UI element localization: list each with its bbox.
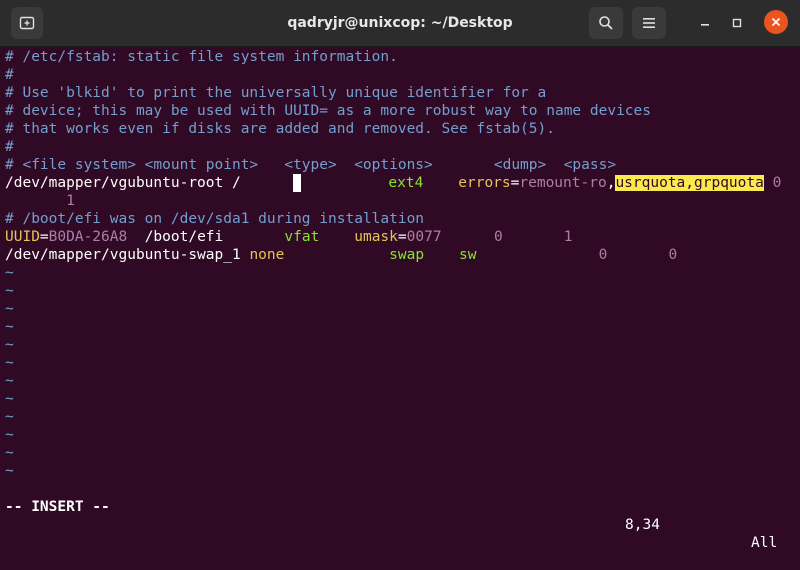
efi-dump: 0 [493,229,503,245]
root-option-errors: errors [458,175,511,191]
cursor-position: 8,34 [625,517,660,533]
efi-type: vfat [284,229,320,245]
fstab-comment-line: # that works even if disks are added and… [5,121,555,137]
root-option-quota-highlight: usrquota,grpquota [615,175,764,191]
efi-umask-key: umask [354,229,398,245]
fstab-comment-line: # [5,139,14,155]
efi-uuid-value: B0DA-26A8 [48,229,128,245]
search-button[interactable] [589,7,623,39]
terminal-titlebar: qadryjr@unixcop: ~/Desktop [0,0,800,47]
vim-status-line: -- INSERT -- 8,34 All [0,480,800,551]
empty-line-tilde: ~ [5,391,14,407]
empty-line-tilde: ~ [5,445,14,461]
fstab-comment-line: # Use 'blkid' to print the universally u… [5,85,547,101]
efi-umask-equals: = [397,229,407,245]
fstab-swap-entry: /dev/mapper/vgubuntu-swap_1 none swap sw… [5,246,677,264]
root-pass: 1 [66,193,75,209]
empty-line-tilde: ~ [5,355,14,371]
efi-mount-point: /boot/efi [144,229,224,245]
boot-efi-comment: # /boot/efi was on /dev/sda1 during inst… [5,211,425,227]
empty-line-tilde: ~ [5,319,14,335]
fstab-comment-line: # device; this may be used with UUID= as… [5,103,652,119]
hamburger-menu-icon [643,18,655,28]
empty-line-tilde: ~ [5,427,14,443]
fstab-comment-line: # [5,67,14,83]
fstab-efi-entry: UUID=B0DA-26A8 /boot/efi vfat umask=0077… [5,228,573,246]
efi-umask-value: 0077 [406,229,442,245]
empty-line-tilde: ~ [5,337,14,353]
close-button[interactable] [764,10,788,34]
root-dump: 0 [772,175,782,191]
new-tab-button[interactable] [11,7,43,39]
swap-dump: 0 [598,247,608,263]
fstab-header-comment: # <file system> <mount point> <type> <op… [5,157,617,173]
swap-mount-point: none [249,247,285,263]
fstab-comment-line: # /etc/fstab: static file system informa… [5,49,398,65]
root-mount-point: / [231,175,241,191]
efi-uuid-key: UUID [5,229,40,245]
menu-button[interactable] [632,7,666,39]
insert-mode-indicator: -- INSERT -- [5,499,110,515]
empty-line-tilde: ~ [5,265,14,281]
root-device: /dev/mapper/vgubuntu-root [5,175,224,191]
swap-options: sw [458,247,477,263]
search-icon [599,16,613,30]
swap-type: swap [389,247,425,263]
empty-line-tilde: ~ [5,301,14,317]
empty-line-tilde: ~ [5,463,14,479]
terminal-content[interactable]: # /etc/fstab: static file system informa… [0,47,800,551]
root-pass-wrapped: 1 [5,192,75,210]
fstab-root-entry: /dev/mapper/vgubuntu-root / ext4 errors=… [5,174,781,192]
maximize-icon [732,18,742,28]
minimize-icon [701,24,709,26]
efi-pass: 1 [563,229,573,245]
efi-uuid-equals: = [39,229,49,245]
close-icon [771,17,781,27]
scroll-position: All [751,535,778,551]
root-option-remount: remount-ro [519,175,607,191]
text-cursor [293,174,302,192]
swap-pass: 0 [668,247,678,263]
swap-device: /dev/mapper/vgubuntu-swap_1 [5,247,241,263]
minimize-button[interactable] [690,8,720,38]
empty-line-tilde: ~ [5,373,14,389]
window-title: qadryjr@unixcop: ~/Desktop [287,15,513,31]
root-type: ext4 [388,175,424,191]
empty-line-tilde: ~ [5,283,14,299]
new-tab-icon [19,16,35,30]
maximize-button[interactable] [722,8,752,38]
empty-line-tilde: ~ [5,409,14,425]
